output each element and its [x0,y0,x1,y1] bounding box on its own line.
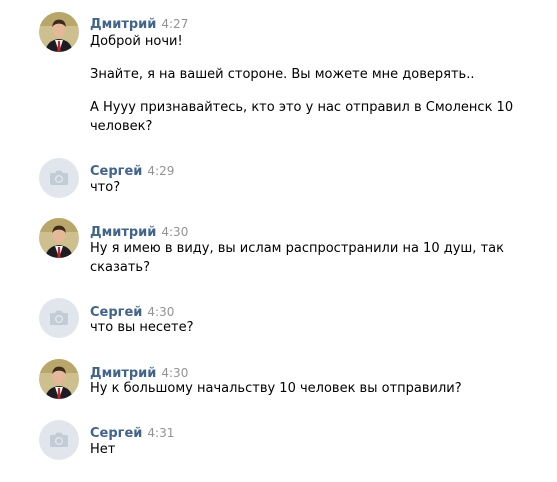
message-time[interactable]: 4:30 [161,366,188,380]
message-time[interactable]: 4:30 [161,225,188,239]
avatar[interactable] [39,12,79,52]
message-time[interactable]: 4:30 [147,305,174,319]
message-time[interactable]: 4:29 [147,164,174,178]
avatar[interactable] [39,218,79,258]
message-text: Ну к большому начальству 10 человек вы о… [90,381,462,396]
message-text: что вы несете? [90,320,194,335]
author-name[interactable]: Дмитрий [90,225,156,240]
message-text: что? [90,180,121,195]
avatar[interactable] [39,158,79,198]
message-text: Ну я имею в виду, вы ислам распространил… [90,241,504,275]
message-text: Доброй ночи! [90,34,183,49]
author-name[interactable]: Сергей [90,426,142,441]
message-header: Дмитрий 4:27 [90,13,188,32]
message-header: Дмитрий 4:30 [90,362,188,381]
message-time[interactable]: 4:31 [147,426,174,440]
message-header: Сергей 4:31 [90,422,174,441]
message-header: Сергей 4:29 [90,160,174,179]
author-name[interactable]: Дмитрий [90,17,156,32]
message-text: А Нууу признавайтесь, кто это у нас отпр… [90,100,514,134]
message-text: Знайте, я на вашей стороне. Вы можете мн… [90,67,475,82]
message-time[interactable]: 4:27 [161,17,188,31]
avatar[interactable] [39,420,79,460]
chat-history: Дмитрий 4:27 Доброй ночи! Знайте, я на ва… [0,0,557,482]
avatar[interactable] [39,359,79,399]
message-text: Нет [90,442,116,457]
message-header: Дмитрий 4:30 [90,221,188,240]
message-header: Сергей 4:30 [90,301,174,320]
camera-icon [39,298,79,338]
camera-icon [39,420,79,460]
camera-icon [39,158,79,198]
avatar[interactable] [39,298,79,338]
author-name[interactable]: Сергей [90,164,142,179]
